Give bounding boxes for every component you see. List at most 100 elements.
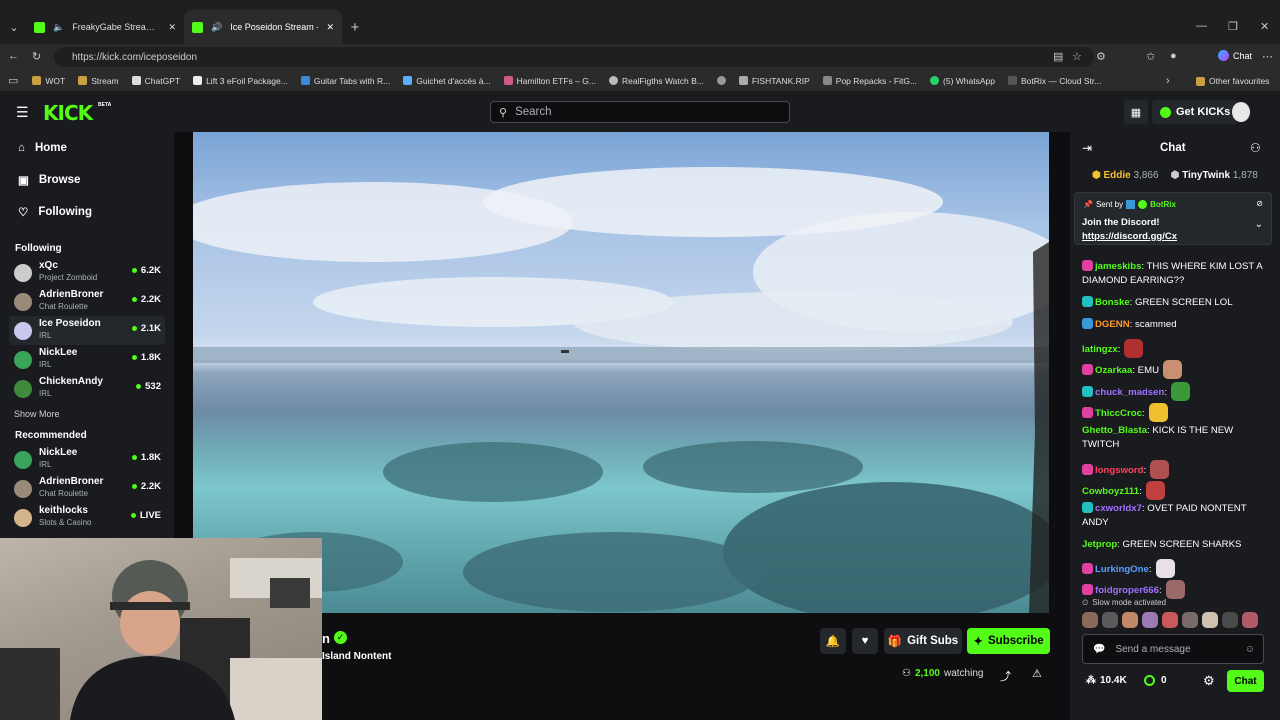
subscribe-button[interactable]: ✦ Subscribe [967, 628, 1050, 654]
nav-following[interactable]: ♡ Following [0, 196, 174, 228]
share-icon[interactable]: ⤴ [1000, 668, 1011, 684]
chat-username[interactable]: Bonske [1095, 297, 1130, 308]
chat-panel: ⇥ Chat ⚇ ⬢ Eddie 3,866 ⬢ TinyTwink 1,878… [1070, 132, 1280, 720]
chat-username[interactable]: cxworldx7 [1095, 503, 1142, 514]
gift-subs-button[interactable]: 🎁 Gift Subs [884, 628, 962, 654]
guichet-icon [403, 76, 413, 85]
streamer-name[interactable]: n [322, 631, 330, 646]
channel-item[interactable]: NickLee IRL 1.8K [9, 445, 165, 474]
emote-icon[interactable] [1122, 612, 1138, 628]
reload-icon[interactable]: ↻ [32, 50, 41, 63]
expand-chevron-icon[interactable]: ⌄ [1255, 219, 1263, 230]
tab-freakygabe[interactable]: 🔈 FreakyGabe Stream - Watch Li ✕ [26, 10, 184, 44]
collapse-chat-icon[interactable]: ⇥ [1082, 141, 1092, 155]
back-icon[interactable]: ← [8, 50, 19, 62]
kicks-balance[interactable]: ⁂ 10.4K [1086, 675, 1127, 686]
bookmark-guichet[interactable]: Guichet d'accès à... [403, 76, 491, 86]
send-chat-button[interactable]: Chat [1227, 670, 1264, 692]
chat-users-icon[interactable]: ⚇ [1250, 141, 1261, 155]
channel-item[interactable]: Ice Poseidon IRL 2.1K [9, 316, 165, 345]
points-balance[interactable]: 0 [1144, 675, 1167, 686]
channel-item[interactable]: AdrienBroner Chat Roulette 2.2K [9, 287, 165, 316]
chat-username[interactable]: latingzx [1082, 344, 1118, 355]
channel-item[interactable]: NickLee IRL 1.8K [9, 345, 165, 374]
chat-username[interactable]: DGENN [1095, 319, 1130, 330]
bookmarks-manager-icon[interactable]: ▭ [8, 74, 18, 87]
emote-icon[interactable] [1242, 612, 1258, 628]
emote-icon[interactable] [1162, 612, 1178, 628]
emoji-icon[interactable]: ☺ [1245, 644, 1255, 655]
menu-dots-icon[interactable]: ⋯ [1262, 50, 1273, 63]
chevron-right-icon[interactable]: › [1166, 75, 1170, 87]
bookmark-realfigths[interactable]: RealFigths Watch B... [608, 76, 704, 86]
chat-username[interactable]: Jetprop [1082, 539, 1117, 550]
favorites-icon[interactable]: ✩ [1146, 50, 1155, 63]
maximize-icon[interactable]: ❐ [1228, 20, 1238, 33]
chat-username[interactable]: jameskibs [1095, 261, 1141, 272]
bookmark-botrix[interactable]: BotRix — Cloud Str... [1008, 76, 1101, 86]
chat-username[interactable]: Ghetto_Blasta [1082, 425, 1147, 436]
tab-close-icon[interactable]: ✕ [326, 22, 334, 33]
bookmark-fishtank[interactable]: FISHTANK.RIP [738, 76, 810, 86]
chat-username[interactable]: Cowboyz111 [1082, 486, 1139, 497]
bookmark-stream[interactable]: Stream [78, 76, 119, 86]
emote-icon[interactable] [1222, 612, 1238, 628]
chat-username[interactable]: Ozarkaa [1095, 365, 1132, 376]
reader-icon[interactable]: ▤ [1053, 50, 1063, 63]
library-button[interactable]: ▦ [1124, 100, 1148, 124]
profile-icon[interactable]: ● [1170, 50, 1177, 62]
notification-bell-button[interactable]: 🔔 [820, 628, 846, 654]
channel-item[interactable]: ChickenAndy IRL 532 [9, 374, 165, 403]
bookmark-fitgirl[interactable]: Pop Repacks - FitG... [822, 76, 917, 86]
tab-close-icon[interactable]: ✕ [168, 22, 176, 33]
nav-home[interactable]: ⌂ Home [0, 132, 174, 164]
emote-icon[interactable] [1142, 612, 1158, 628]
get-kicks-button[interactable]: Get KICKs [1152, 100, 1239, 124]
channel-item[interactable]: xQc Project Zomboid 6.2K [9, 258, 165, 287]
channel-item[interactable]: keithlocks Slots & Casino LIVE [9, 503, 165, 532]
bookmark-whatsapp[interactable]: (5) WhatsApp [930, 76, 995, 86]
copilot-chat-button[interactable]: Chat [1218, 50, 1252, 61]
close-window-icon[interactable]: ✕ [1260, 20, 1269, 33]
hamburger-menu-icon[interactable]: ☰ [16, 104, 29, 121]
gifter-2[interactable]: ⬢ TinyTwink 1,878 [1171, 170, 1258, 181]
bookmark-hamilton[interactable]: Hamilton ETFs – G... [503, 76, 596, 86]
speaker-icon[interactable]: 🔊 [211, 22, 222, 33]
bookmark-wot[interactable]: WOT [32, 76, 65, 86]
chat-username[interactable]: LurkingOne [1095, 564, 1149, 575]
chat-username[interactable]: longsword [1095, 465, 1144, 476]
minimize-icon[interactable]: — [1196, 20, 1207, 32]
nav-browse[interactable]: ▣ Browse [0, 164, 174, 196]
emote-icon[interactable] [1182, 612, 1198, 628]
chat-input[interactable]: 💬 Send a message ☺ [1082, 634, 1264, 664]
star-icon[interactable]: ☆ [1072, 50, 1082, 63]
channel-item[interactable]: AdrienBroner Chat Roulette 2.2K [9, 474, 165, 503]
bookmark-globe[interactable] [716, 76, 726, 85]
bookmark-other-favourites[interactable]: Other favourites [1196, 76, 1269, 86]
new-tab-icon[interactable]: + [342, 19, 368, 36]
emote-icon[interactable] [1102, 612, 1118, 628]
emote-icon[interactable] [1202, 612, 1218, 628]
pinned-link[interactable]: https://discord.gg/Cx [1082, 231, 1177, 242]
report-icon[interactable]: ⚠ [1032, 667, 1042, 680]
mute-icon[interactable]: 🔈 [53, 22, 64, 33]
chat-username[interactable]: foidgroper666 [1095, 585, 1159, 596]
url-field[interactable]: https://kick.com/iceposeidon [54, 47, 1094, 67]
show-more-button[interactable]: Show More [0, 409, 174, 425]
extensions-icon[interactable]: ⚙ [1096, 50, 1106, 63]
bookmark-guitar[interactable]: Guitar Tabs with R... [300, 76, 390, 86]
user-avatar[interactable] [1232, 102, 1250, 122]
bookmark-lift[interactable]: Lift 3 eFoil Package... [193, 76, 288, 86]
unpin-icon[interactable]: ⊘ [1256, 199, 1263, 208]
gifter-1[interactable]: ⬢ Eddie 3,866 [1092, 170, 1159, 181]
chat-username[interactable]: ThiccCroc [1095, 408, 1142, 419]
emote-icon[interactable] [1082, 612, 1098, 628]
search-input[interactable]: ⚲ Search [490, 101, 790, 123]
chat-username[interactable]: chuck_madsen [1095, 387, 1164, 398]
kick-logo[interactable]: KICK [43, 101, 93, 125]
chat-settings-gear-icon[interactable]: ⚙ [1203, 673, 1215, 689]
tab-list-icon[interactable]: ⌄ [2, 21, 26, 34]
bookmark-chatgpt[interactable]: ChatGPT [131, 76, 180, 86]
follow-heart-button[interactable]: ♥ [852, 628, 878, 654]
tab-iceposeidon[interactable]: 🔊 Ice Poseidon Stream - Watch ✕ [184, 10, 342, 44]
